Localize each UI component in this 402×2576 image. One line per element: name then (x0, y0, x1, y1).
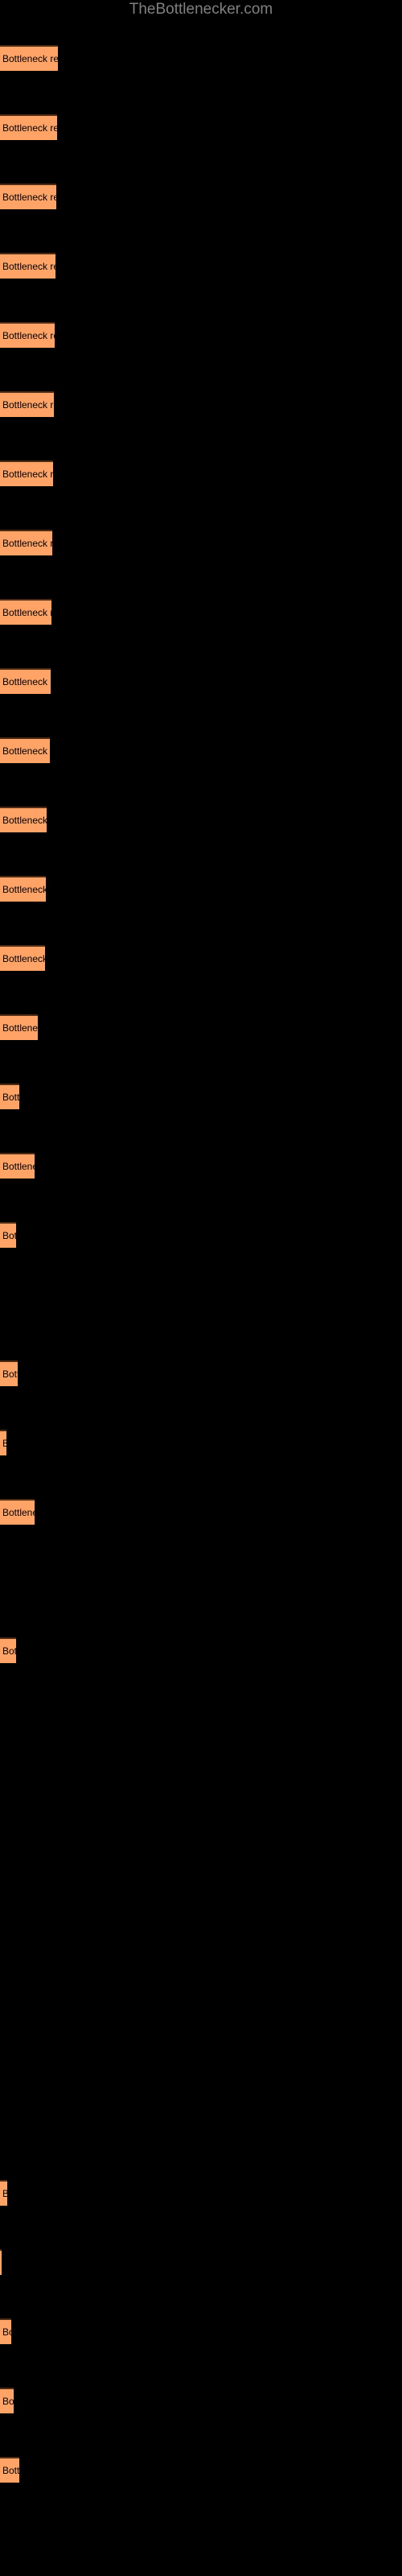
bar-label: Bottleneck result (2, 399, 54, 411)
bar-label: Bottleneck result (2, 953, 45, 964)
bar-label: Bottleneck result (2, 607, 51, 618)
bar-label: Bottleneck result (0, 2189, 7, 2198)
bar-label: Bottleneck result (2, 538, 52, 549)
bar-bottleneck-result: Bottleneck result (0, 1084, 19, 1109)
bar-bottleneck-result: Bottleneck result (0, 876, 46, 902)
bar-bottleneck-result: Bottleneck result (0, 2180, 7, 2206)
bar-bottleneck-result: Bottleneck result (0, 1637, 16, 1663)
bar-label: Bottleneck result (2, 1161, 35, 1172)
bar-bottleneck-result: Bottleneck result (0, 1360, 18, 1386)
bar-label: Bottleneck result (2, 53, 58, 64)
bar-label: Bottleneck result (2, 2396, 14, 2407)
bar-bottleneck-result: Bottleneck result (0, 807, 47, 832)
bar-bottleneck-result: Bottleneck result (0, 737, 50, 763)
bar-bottleneck-result: Bottleneck result (0, 1153, 35, 1179)
bar-bottleneck-result: Bottleneck result (0, 2318, 11, 2344)
bar-bottleneck-result: Bottleneck result (0, 45, 58, 71)
bar-bottleneck-result: Bottleneck result (0, 1430, 6, 1455)
bar-label: Bottleneck result (2, 469, 53, 480)
bar-label: Bottleneck result (2, 2465, 19, 2476)
bar-label: Bottleneck result (2, 815, 47, 826)
bars-container: Bottleneck result Bottleneck result Bottle… (0, 0, 402, 2576)
bar-bottleneck-result: Bottleneck result (0, 668, 51, 694)
bar-bottleneck-result: Bottleneck result (0, 2457, 19, 2483)
bar-label: Bottleneck result (2, 1507, 35, 1518)
bottleneck-bar-chart: TheBottlenecker.com Bottleneck resultBot… (0, 0, 402, 2576)
bar-bottleneck-result: Bottleneck result (0, 2388, 14, 2413)
bar-label: Bottleneck result (2, 884, 46, 895)
bar-bottleneck-result: Bottleneck result (0, 1499, 35, 1525)
bar-bottleneck-result: Bottleneck result (0, 530, 52, 555)
bar-label: Bottleneck result (2, 122, 57, 134)
bar-bottleneck-result: Bottleneck result (0, 460, 53, 486)
bar-label: Bottleneck result (2, 2326, 11, 2338)
bar-bottleneck-result: Bottleneck result (0, 945, 45, 971)
bar-bottleneck-result: Bottleneck result (0, 184, 56, 209)
bar-bottleneck-result: Bottleneck result (0, 2249, 2, 2275)
bar-label: Bottleneck result (2, 1022, 38, 1034)
bar-bottleneck-result: Bottleneck result (0, 114, 57, 140)
bar-bottleneck-result: Bottleneck result (0, 1222, 16, 1248)
bar-bottleneck-result: Bottleneck result (0, 253, 55, 279)
bar-bottleneck-result: Bottleneck result (0, 322, 55, 348)
bar-label: Bottleneck result (2, 745, 50, 757)
bar-label: Bottleneck result (2, 1092, 19, 1103)
bar-label: Bottleneck result (2, 330, 55, 341)
bar-label: Bottleneck result (2, 1645, 16, 1657)
bar-label: Bottleneck result (2, 192, 56, 203)
bar-bottleneck-result: Bottleneck result (0, 391, 54, 417)
bar-bottleneck-result: Bottleneck result (0, 1014, 38, 1040)
bar-label: Bottleneck result (2, 1230, 16, 1241)
bar-label: Bottleneck result (2, 1368, 18, 1380)
bar-label: Bottleneck result (2, 261, 55, 272)
bar-bottleneck-result: Bottleneck result (0, 599, 51, 625)
bar-label: Bottleneck result (0, 1439, 6, 1448)
bar-label: Bottleneck result (2, 676, 51, 687)
bar-label: Bottleneck result (0, 2258, 2, 2268)
